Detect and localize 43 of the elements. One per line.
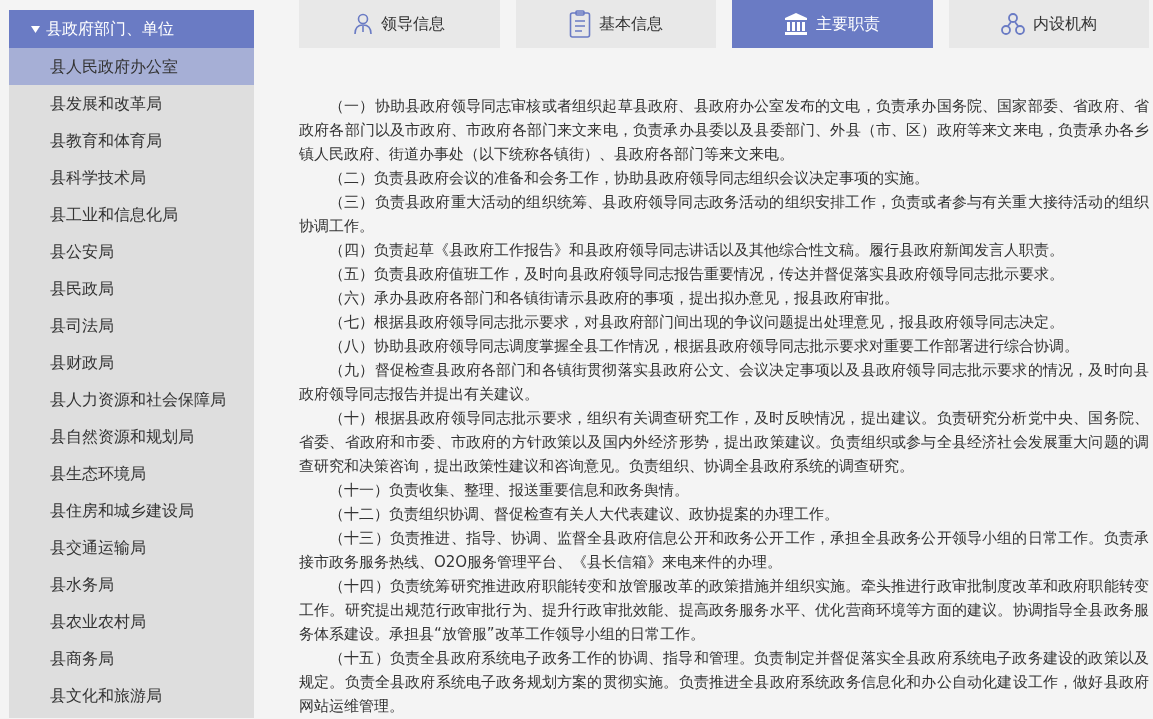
duty-paragraph: （十三）负责推进、指导、协调、监督全县政府信息公开和政务公开工作，承担全县政务公开领导小组的日常工作。负责承接市政务服务热线、O2O服务管理平台、《县长信箱》来电来件的办理。: [299, 528, 1149, 573]
duty-paragraph: （十二）负责组织协调、督促检查有关人大代表建议、政协提案的办理工作。: [328, 504, 840, 525]
clipboard-icon: [568, 10, 591, 38]
sidebar-item[interactable]: 县科学技术局: [9, 159, 254, 196]
tab[interactable]: 主要职责: [732, 0, 933, 48]
sidebar-item[interactable]: 县水务局: [9, 566, 254, 603]
duty-paragraph: （一）协助县政府领导同志审核或者组织起草县政府、县政府办公室发布的文电，负责承办国务院、国家部委、省政府、省政府各部门以及市政府、市政府各部门来文来电，负责承办县委以及县委部门、外县（市、区）政府等来文来电，负责承办各乡镇人民政府、街道办事处（以下统称各镇街）、县政府各部门等来文来电。: [299, 96, 1149, 165]
tab[interactable]: 基本信息: [515, 0, 716, 48]
duty-paragraph: （十四）负责统筹研究推进政府职能转变和放管服改革的政策措施并组织实施。牵头推进行政审批制度改革和政府职能转变工作。研究提出规范行政审批行为、提升行政审批效能、提高政务服务水平、优化营商环境等方面的建议。协调指导全县政务服务体系建设。承担县“放管服”改革工作领导小组的日常工作。: [299, 576, 1149, 645]
sidebar-item[interactable]: 县人力资源和社会保障局: [9, 381, 254, 418]
duty-paragraph: （十）根据县政府领导同志批示要求，组织有关调查研究工作，及时反映情况，提出建议。负责研究分析党中央、国务院、省委、省政府和市委、市政府的方针政策以及国内外经济形势，提出政策建议。负责组织或参与全县经济社会发展重大问题的调查研究和决策咨询，提出政策性建议和咨询意见。负责组织、协调全县政府系统的调查研究。: [299, 408, 1149, 477]
sidebar-item[interactable]: 县交通运输局: [9, 529, 254, 566]
sidebar-item[interactable]: 县公安局: [9, 233, 254, 270]
sidebar-item[interactable]: 县教育和体育局: [9, 122, 254, 159]
sidebar-item[interactable]: 县人民政府办公室: [9, 48, 254, 85]
duty-paragraph: （三）负责县政府重大活动的组织统筹、县政府领导同志政务活动的组织安排工作，负责或者参与有关重大接待活动的组织协调工作。: [299, 192, 1149, 237]
duty-paragraph: （六）承办县政府各部门和各镇街请示县政府的事项，提出拟办意见，报县政府审批。: [328, 288, 900, 309]
duty-paragraph: （二）负责县政府会议的准备和会务工作，协助县政府领导同志组织会议决定事项的实施。: [328, 168, 930, 189]
person-icon: [353, 13, 374, 35]
tab[interactable]: 领导信息: [299, 0, 500, 48]
sidebar-item[interactable]: 县发展和改革局: [9, 85, 254, 122]
sidebar-item[interactable]: 县民政局: [9, 270, 254, 307]
duty-paragraph: （十五）负责全县政府系统电子政务工作的协调、指导和管理。负责制定并督促落实全县政府系统电子政务建设的政策以及规定。负责全县政府系统电子政务规划方案的贯彻实施。负责推进全县政府系统政务信息化和办公自动化建设工作，做好县政府网站运维管理。: [299, 648, 1149, 717]
duty-paragraph: （五）负责县政府值班工作，及时向县政府领导同志报告重要情况，传达并督促落实县政府领导同志批示要求。: [328, 264, 1065, 285]
sidebar-item[interactable]: 县自然资源和规划局: [9, 418, 254, 455]
sidebar-item[interactable]: 县工业和信息化局: [9, 196, 254, 233]
sidebar-item[interactable]: 县商务局: [9, 640, 254, 677]
sidebar-group-header[interactable]: 县政府部门、单位: [9, 10, 254, 48]
duty-paragraph: （四）负责起草《县政府工作报告》和县政府领导同志讲话以及其他综合性文稿。履行县政府新闻发言人职责。: [328, 240, 1065, 261]
sidebar-item[interactable]: 县司法局: [9, 307, 254, 344]
network-icon: [1000, 12, 1025, 36]
duty-paragraph: （七）根据县政府领导同志批示要求，对县政府部门间出现的争议问题提出处理意见，报县政府领导同志决定。: [328, 312, 1065, 333]
caret-icon: [31, 25, 40, 33]
duty-paragraph: （八）协助县政府领导同志调度掌握全县工作情况，根据县政府领导同志批示要求对重要工作部署进行综合协调。: [328, 336, 1080, 357]
sidebar-item[interactable]: 县农业农村局: [9, 603, 254, 640]
sidebar-item[interactable]: 县文化和旅游局: [9, 677, 254, 714]
sidebar-item[interactable]: 县财政局: [9, 344, 254, 381]
building-icon: [784, 12, 809, 36]
tab[interactable]: 内设机构: [948, 0, 1149, 48]
sidebar-item[interactable]: 县生态环境局: [9, 455, 254, 492]
duty-paragraph: （九）督促检查县政府各部门和各镇街贯彻落实县政府公文、会议决定事项以及县政府领导同志批示要求的情况，及时向县政府领导同志报告并提出有关建议。: [299, 360, 1149, 405]
sidebar-item[interactable]: 县住房和城乡建设局: [9, 492, 254, 529]
duty-paragraph: （十一）负责收集、整理、报送重要信息和政务舆情。: [328, 480, 690, 501]
